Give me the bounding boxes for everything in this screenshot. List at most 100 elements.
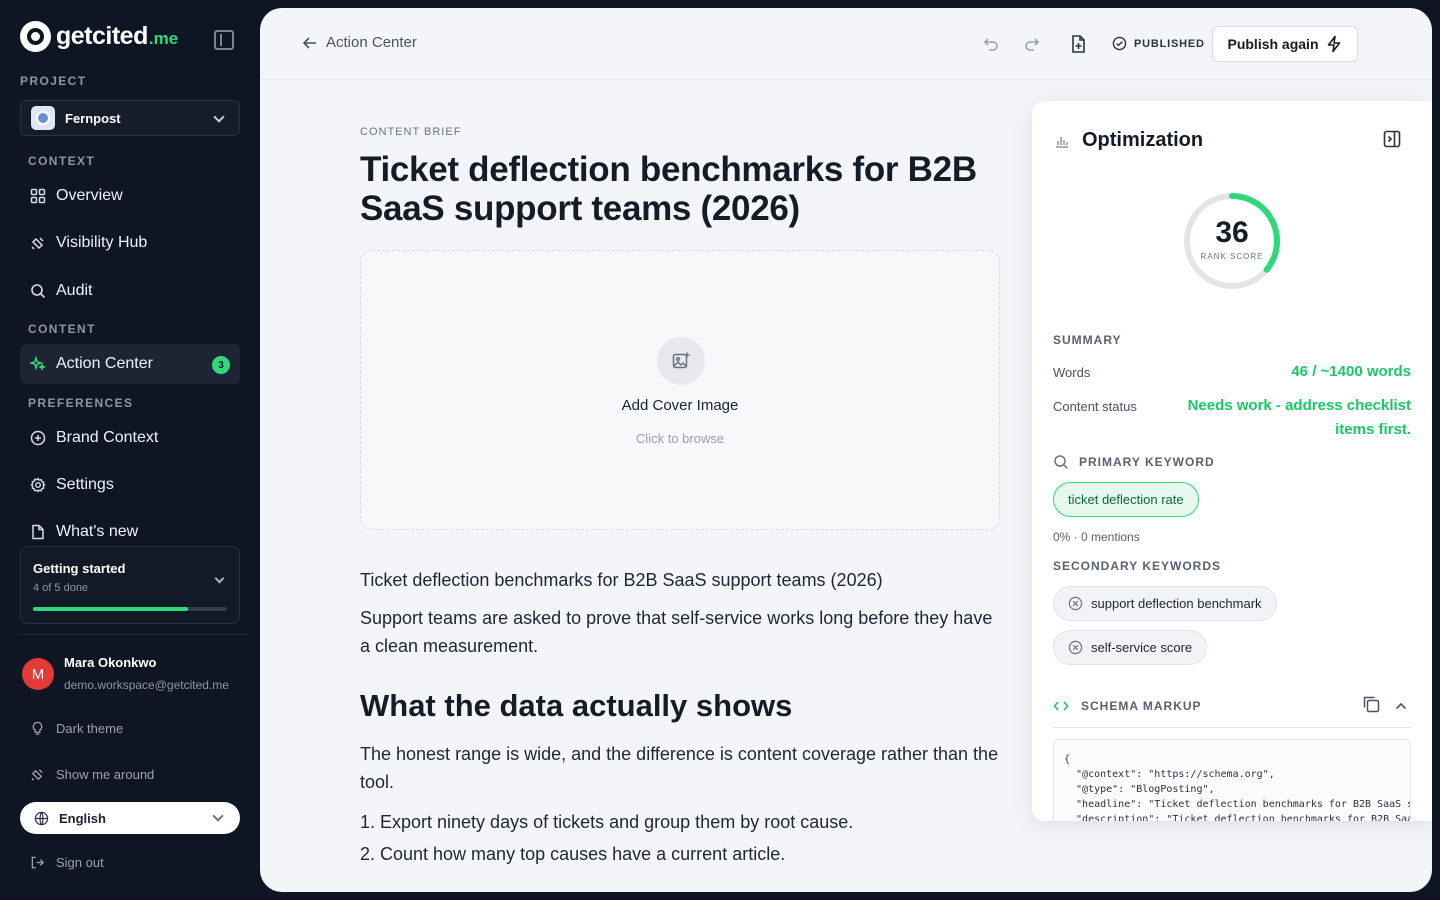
main-panel: Action Center PUBLISHED Publish again CO… <box>260 8 1432 892</box>
logo[interactable]: getcited .me <box>20 20 178 52</box>
chevron-up-icon[interactable] <box>1393 698 1409 714</box>
project-section-label: PROJECT <box>20 74 87 88</box>
published-status: PUBLISHED <box>1112 36 1205 51</box>
sidebar-collapse-icon[interactable] <box>214 30 234 50</box>
getting-started-progress-bar <box>33 607 227 611</box>
rank-score-value: 36 <box>1215 216 1249 249</box>
globe-icon <box>34 811 49 825</box>
published-status-label: PUBLISHED <box>1134 37 1205 50</box>
content-status-line: items first. <box>1335 421 1411 438</box>
document-title[interactable]: Ticket deflection benchmarks for B2B Saa… <box>360 150 1000 228</box>
content-status-label: Content status <box>1053 399 1137 414</box>
top-bar: Action Center PUBLISHED Publish again <box>260 8 1432 80</box>
primary-keyword-mentions: 0% · 0 mentions <box>1053 530 1140 544</box>
sparkles-icon <box>30 356 46 372</box>
sidebar-item-audit[interactable]: Audit <box>20 271 240 311</box>
cover-image-title: Add Cover Image <box>621 397 739 414</box>
avatar: M <box>22 658 54 690</box>
optimization-title: Optimization <box>1082 129 1204 151</box>
content-status-line: Needs work - address checklist <box>1187 397 1411 414</box>
sidebar-item-action-center[interactable]: Action Center 3 <box>20 344 240 384</box>
sidebar-item-settings[interactable]: Settings <box>20 465 240 505</box>
search-icon <box>1053 454 1069 470</box>
content-section-label: CONTENT <box>28 322 96 336</box>
paragraph[interactable]: Support teams are asked to prove that se… <box>360 604 1000 660</box>
schema-markup-header[interactable]: SCHEMA MARKUP <box>1053 696 1411 728</box>
dark-theme-label: Dark theme <box>56 720 124 736</box>
show-me-around-button[interactable]: Show me around <box>30 764 154 784</box>
redo-icon[interactable] <box>1022 34 1042 54</box>
remove-circle-icon[interactable] <box>1068 596 1083 611</box>
publish-again-button[interactable]: Publish again <box>1212 26 1358 62</box>
grid-icon <box>30 188 46 204</box>
sidebar-item-label: Brand Context <box>56 429 159 446</box>
schema-markup-label: SCHEMA MARKUP <box>1081 699 1202 713</box>
remove-circle-icon[interactable] <box>1068 640 1083 655</box>
cover-image-hint: Click to browse <box>635 431 725 446</box>
export-document-icon[interactable] <box>1068 34 1088 54</box>
panel-collapse-icon[interactable] <box>1382 129 1402 149</box>
user-name: Mara Okonkwo <box>64 655 157 670</box>
sidebar-item-visibility-hub[interactable]: Visibility Hub <box>20 223 240 263</box>
primary-keyword-label: PRIMARY KEYWORD <box>1079 455 1215 469</box>
sign-out-button[interactable]: Sign out <box>30 852 104 872</box>
gear-icon <box>30 477 46 493</box>
secondary-keyword-chip[interactable]: self-service score <box>1053 630 1208 665</box>
image-add-icon <box>657 337 705 385</box>
back-link[interactable]: Action Center <box>302 34 417 51</box>
show-me-around-label: Show me around <box>56 766 155 782</box>
secondary-keyword-label: self-service score <box>1091 640 1193 655</box>
arrow-left-icon <box>302 36 316 49</box>
ordered-list[interactable]: Export ninety days of tickets and group … <box>360 806 1000 870</box>
code-icon <box>1053 698 1069 714</box>
back-link-label: Action Center <box>326 34 417 51</box>
schema-markup-code[interactable]: { "@context": "https://schema.org", "@ty… <box>1053 739 1411 821</box>
logo-text: getcited <box>56 21 148 50</box>
search-icon <box>30 283 46 299</box>
dark-theme-toggle[interactable]: Dark theme <box>30 718 123 738</box>
sidebar-scroll-region: What's new <box>20 508 240 540</box>
undo-icon[interactable] <box>981 34 1001 54</box>
sidebar-item-label: Action Center <box>56 355 153 372</box>
sidebar-item-label: Settings <box>56 476 114 493</box>
logo-icon <box>20 20 51 52</box>
user-profile[interactable]: M Mara Okonkwo demo.workspace@getcited.m… <box>22 652 252 696</box>
content-editor[interactable]: CONTENT BRIEF Ticket deflection benchmar… <box>360 126 1000 870</box>
sidebar-item-whats-new[interactable]: What's new <box>20 512 240 540</box>
secondary-keywords-label: SECONDARY KEYWORDS <box>1053 559 1222 573</box>
primary-keyword-chip[interactable]: ticket deflection rate <box>1053 482 1199 517</box>
sidebar-item-brand-context[interactable]: Brand Context <box>20 418 240 458</box>
summary-label: SUMMARY <box>1053 333 1122 347</box>
progress-fill <box>33 607 189 611</box>
copy-icon[interactable] <box>1361 694 1381 714</box>
lightbulb-icon <box>32 721 43 735</box>
paragraph[interactable]: Ticket deflection benchmarks for B2B Saa… <box>360 566 1000 594</box>
sign-out-label: Sign out <box>56 854 104 870</box>
rank-score-label: RANK SCORE <box>1200 252 1264 261</box>
optimization-header: Optimization <box>1054 129 1203 152</box>
chevron-down-icon <box>213 111 225 123</box>
language-selector[interactable]: English <box>20 802 240 834</box>
language-label: English <box>59 810 106 826</box>
section-heading[interactable]: What the data actually shows <box>360 686 1000 726</box>
sidebar-item-overview[interactable]: Overview <box>20 176 240 216</box>
bar-chart-icon <box>1056 136 1068 148</box>
secondary-keyword-chip[interactable]: support deflection benchmark <box>1053 586 1277 621</box>
plus-circle-icon <box>30 430 46 446</box>
getting-started-card[interactable]: Getting started 4 of 5 done <box>20 546 240 624</box>
secondary-keyword-label: support deflection benchmark <box>1091 596 1262 611</box>
paragraph[interactable]: The honest range is wide, and the differ… <box>360 740 1000 796</box>
logo-suffix: .me <box>148 29 179 48</box>
publish-again-label: Publish again <box>1227 36 1319 52</box>
list-item[interactable]: Count how many top causes have a current… <box>380 838 1000 870</box>
cover-image-dropzone[interactable]: Add Cover Image Click to browse <box>360 250 1000 530</box>
project-name: Fernpost <box>65 110 121 126</box>
preferences-section-label: PREFERENCES <box>28 396 134 410</box>
sidebar-item-label: Overview <box>56 187 123 204</box>
document-icon <box>30 524 46 540</box>
project-selector[interactable]: Fernpost <box>20 100 240 136</box>
list-item[interactable]: Export ninety days of tickets and group … <box>380 806 1000 838</box>
getting-started-progress-text: 4 of 5 done <box>33 582 89 594</box>
optimization-panel: Optimization 36 RANK SCORE SUMMARY Words… <box>1032 101 1432 821</box>
lightning-icon <box>1327 35 1340 53</box>
